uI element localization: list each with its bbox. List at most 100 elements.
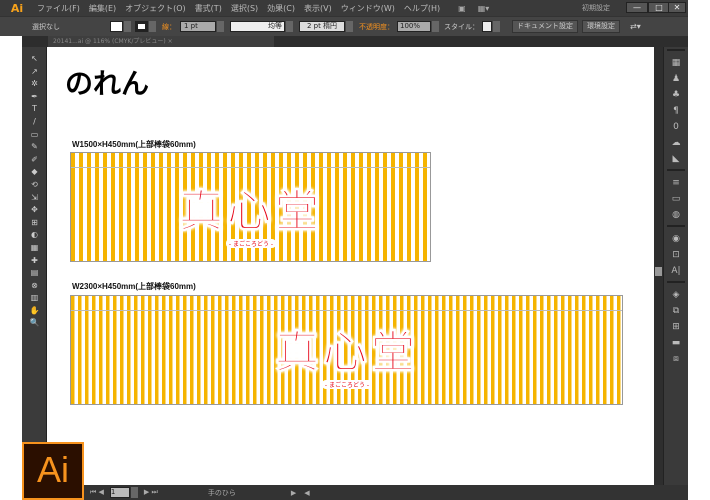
tool-button[interactable]: ⊗ xyxy=(22,280,47,293)
panel-button[interactable]: ▦ xyxy=(664,55,688,71)
stroke-profile-select[interactable]: 均等 xyxy=(230,21,285,32)
banner-2[interactable]: 真心堂 - まごころどう - xyxy=(70,295,623,405)
brush-dropdown[interactable] xyxy=(346,21,353,32)
page-dropdown[interactable] xyxy=(130,487,138,498)
document-tab-title: 20141...ai @ 116% (CMYK/プレビュー) xyxy=(53,38,166,45)
panel-button[interactable]: ⊞ xyxy=(664,319,688,335)
tool-button[interactable]: ◆ xyxy=(22,166,47,179)
stroke-swatch[interactable] xyxy=(135,21,148,32)
stroke-weight-field[interactable]: 1 pt xyxy=(180,21,216,32)
tool-button[interactable]: ⟲ xyxy=(22,179,47,192)
panel-button[interactable]: ◉ xyxy=(664,231,688,247)
tool-button[interactable]: ✚ xyxy=(22,255,47,268)
brush-select[interactable]: 2 pt 楕円 xyxy=(299,21,345,32)
preferences-button[interactable]: 環境設定 xyxy=(582,20,620,33)
panel-button[interactable]: ⧈ xyxy=(664,351,688,367)
tool-button[interactable]: ◐ xyxy=(22,229,47,242)
panel-group-divider xyxy=(667,281,685,285)
pocket-line xyxy=(71,167,430,168)
panel-button[interactable]: ⧉ xyxy=(664,303,688,319)
tool-button[interactable]: ✐ xyxy=(22,154,47,167)
tool-button[interactable]: ↗ xyxy=(22,66,47,79)
document-setup-button[interactable]: ドキュメント設定 xyxy=(512,20,578,33)
tool-button[interactable]: ▤ xyxy=(22,267,47,280)
tool-button[interactable]: / xyxy=(22,116,47,129)
menu-item[interactable]: 書式(T) xyxy=(195,3,222,14)
menu-item[interactable]: 効果(C) xyxy=(267,3,295,14)
selection-status: 選択なし xyxy=(32,22,60,31)
panel-button[interactable]: ♟ xyxy=(664,71,688,87)
tool-button[interactable]: ↖ xyxy=(22,53,47,66)
tool-button[interactable]: ✲ xyxy=(22,78,47,91)
document-tab[interactable]: 20141...ai @ 116% (CMYK/プレビュー) × xyxy=(48,36,274,47)
stroke-profile-dropdown[interactable] xyxy=(286,21,293,32)
panel-button[interactable]: A| xyxy=(664,263,688,279)
next-page-icon[interactable]: ▶ ⏭ xyxy=(144,488,158,497)
tab-close-icon[interactable]: × xyxy=(168,38,173,45)
page-field[interactable]: 1 xyxy=(109,487,130,498)
panel-button[interactable]: ▭ xyxy=(664,191,688,207)
app-logo: Ai xyxy=(10,1,24,15)
status-menu-icon[interactable]: ▶ xyxy=(291,489,296,497)
banner-1-logo: 真心堂 xyxy=(179,186,323,238)
style-swatch[interactable] xyxy=(482,21,492,32)
tool-button[interactable]: ✋ xyxy=(22,305,47,318)
menu-item[interactable]: 編集(E) xyxy=(89,3,116,14)
tool-button[interactable]: ✥ xyxy=(22,204,47,217)
panel-button[interactable]: ≡ xyxy=(664,175,688,191)
stroke-weight-dropdown[interactable] xyxy=(217,21,224,32)
tool-button[interactable]: T xyxy=(22,103,47,116)
menu-item[interactable]: オブジェクト(O) xyxy=(125,3,186,14)
stroke-profile-value: 均等 xyxy=(268,22,282,30)
vertical-scrollbar[interactable] xyxy=(654,47,663,485)
panel-button[interactable]: ¶ xyxy=(664,103,688,119)
artboard[interactable] xyxy=(47,47,654,485)
panel-button[interactable]: ▬ xyxy=(664,335,688,351)
workspace-switcher-icon[interactable]: ▦▾ xyxy=(478,4,490,13)
panel-group-divider xyxy=(667,49,685,53)
opacity-field[interactable]: 100% xyxy=(397,21,431,32)
menu-item[interactable]: 表示(V) xyxy=(304,3,332,14)
tool-button[interactable]: ✎ xyxy=(22,141,47,154)
stroke-dropdown[interactable] xyxy=(149,21,156,32)
panel-button[interactable]: ⊡ xyxy=(664,247,688,263)
arrange-documents-icon[interactable]: ▣ xyxy=(458,4,466,13)
tool-button[interactable]: ⇲ xyxy=(22,192,47,205)
panel-button[interactable]: ♣ xyxy=(664,87,688,103)
illustrator-logo: Ai xyxy=(22,442,84,500)
panel-button[interactable]: 0 xyxy=(664,119,688,135)
panel-group-divider xyxy=(667,225,685,229)
menu-item[interactable]: ヘルプ(H) xyxy=(404,3,440,14)
fill-swatch[interactable] xyxy=(110,21,123,32)
style-dropdown[interactable] xyxy=(493,21,500,32)
current-tool-status: 手のひら xyxy=(207,488,236,497)
tool-button[interactable]: 🔍 xyxy=(22,317,47,330)
minimize-button[interactable]: — xyxy=(626,2,648,13)
panel-button[interactable]: ◈ xyxy=(664,287,688,303)
opacity-dropdown[interactable] xyxy=(432,21,439,32)
scroll-thumb[interactable] xyxy=(655,267,662,276)
panel-button[interactable]: ◣ xyxy=(664,151,688,167)
stroke-label: 線： xyxy=(162,22,176,31)
first-page-icon[interactable]: ⏮ ◀ xyxy=(90,488,104,497)
pocket-line xyxy=(71,310,622,311)
banner-1[interactable]: 真心堂 - まごころどう - xyxy=(70,152,431,262)
menu-item[interactable]: ウィンドウ(W) xyxy=(341,3,395,14)
tool-button[interactable]: ▭ xyxy=(22,129,47,142)
tool-button[interactable]: ▦ xyxy=(22,242,47,255)
panel-button[interactable]: ☁ xyxy=(664,135,688,151)
workspace-label[interactable]: 初期設定 xyxy=(582,3,610,13)
maximize-button[interactable]: □ xyxy=(648,2,670,13)
tools-panel: ↖ ↗ ✲ ✒ T / ▭ ✎ ✐ ◆ ⟲ ⇲ ✥ ⊞ ◐ ▦ ✚ ▤ ⊗ ▥ ✋ 🔍 xyxy=(22,47,47,442)
tool-button[interactable]: ✒ xyxy=(22,91,47,104)
panel-button[interactable]: ◍ xyxy=(664,207,688,223)
status-bar: ⏮ ◀ 1 ▶ ⏭ 手のひら ▶ ◀ xyxy=(84,485,688,500)
fill-dropdown[interactable] xyxy=(124,21,131,32)
hscroll-left-icon[interactable]: ◀ xyxy=(304,489,309,497)
menu-item[interactable]: 選択(S) xyxy=(231,3,258,14)
menu-item[interactable]: ファイル(F) xyxy=(37,3,80,14)
close-button[interactable]: ✕ xyxy=(668,2,686,13)
tool-button[interactable]: ⊞ xyxy=(22,217,47,230)
arrange-icon[interactable]: ⇄▾ xyxy=(630,22,641,31)
tool-button[interactable]: ▥ xyxy=(22,292,47,305)
